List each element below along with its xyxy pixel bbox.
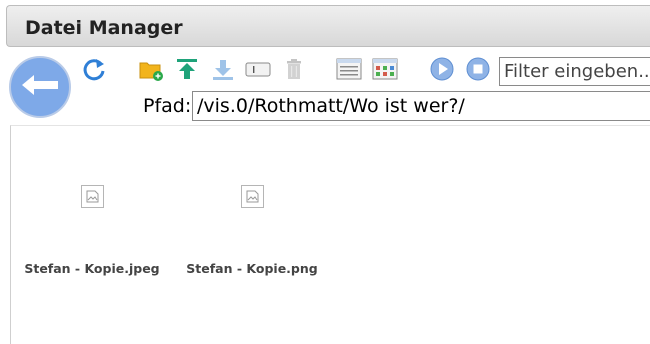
trash-icon bbox=[281, 56, 307, 86]
new-folder-icon bbox=[138, 56, 164, 86]
file-item[interactable]: Stefan - Kopie.jpeg bbox=[17, 185, 167, 276]
stop-icon bbox=[465, 56, 491, 86]
stop-button[interactable] bbox=[465, 57, 491, 85]
file-item[interactable]: Stefan - Kopie.png bbox=[179, 185, 325, 276]
download-icon bbox=[210, 56, 236, 86]
refresh-button[interactable] bbox=[81, 57, 107, 85]
path-label: Pfad: bbox=[143, 95, 192, 117]
file-name: Stefan - Kopie.jpeg bbox=[24, 261, 160, 276]
filter-input[interactable] bbox=[499, 57, 650, 86]
details-view-button[interactable] bbox=[372, 57, 398, 85]
download-button[interactable] bbox=[210, 57, 236, 85]
window-title: Datei Manager bbox=[25, 17, 183, 39]
path-input[interactable] bbox=[192, 91, 650, 121]
upload-button[interactable] bbox=[174, 57, 200, 85]
file-browser-area: Stefan - Kopie.jpeg Stefan - Kopie.png bbox=[10, 125, 650, 344]
list-view-button[interactable] bbox=[336, 57, 362, 85]
file-name: Stefan - Kopie.png bbox=[186, 261, 318, 276]
delete-button[interactable] bbox=[281, 57, 307, 85]
rename-button[interactable] bbox=[245, 57, 271, 85]
new-folder-button[interactable] bbox=[138, 57, 164, 85]
title-bar: Datei Manager bbox=[6, 5, 650, 47]
broken-image-icon bbox=[80, 185, 104, 208]
rename-icon bbox=[245, 56, 271, 86]
back-arrow-icon bbox=[20, 73, 60, 101]
table-view-icon bbox=[372, 56, 398, 86]
back-button[interactable] bbox=[9, 56, 71, 118]
broken-image-icon bbox=[240, 185, 264, 208]
play-button[interactable] bbox=[429, 57, 455, 85]
play-icon bbox=[429, 56, 455, 86]
list-view-icon bbox=[336, 56, 362, 86]
upload-icon bbox=[174, 56, 200, 86]
refresh-icon bbox=[81, 56, 107, 86]
